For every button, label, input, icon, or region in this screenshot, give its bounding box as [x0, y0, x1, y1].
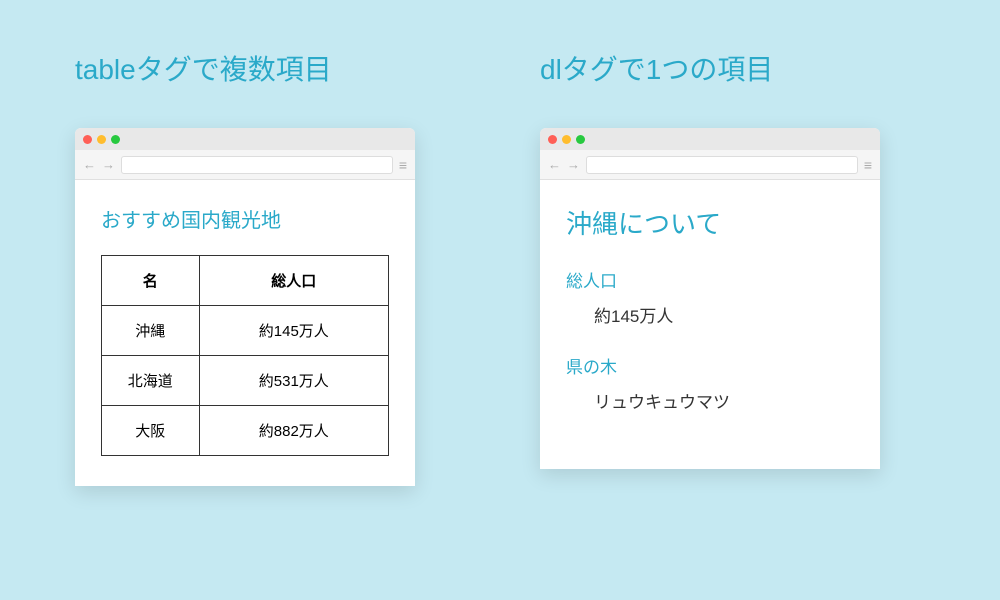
close-icon [548, 135, 557, 144]
content-title: 沖縄について [566, 204, 854, 241]
cell-name: 沖縄 [102, 306, 200, 356]
back-icon: ← [83, 157, 96, 172]
table-row: 沖縄 約145万人 [102, 306, 389, 356]
th-name: 名 [102, 256, 200, 306]
cell-population: 約145万人 [199, 306, 388, 356]
cell-population: 約531万人 [199, 356, 388, 406]
th-population: 総人口 [199, 256, 388, 306]
minimize-icon [562, 135, 571, 144]
dl-definition: 約145万人 [594, 302, 854, 327]
table-row: 北海道 約531万人 [102, 356, 389, 406]
menu-icon: ≡ [864, 157, 872, 173]
address-bar [121, 156, 393, 174]
table-header-row: 名 総人口 [102, 256, 389, 306]
definition-list: 総人口 約145万人 県の木 リュウキュウマツ [566, 267, 854, 413]
right-heading: dlタグで1つの項目 [540, 48, 880, 88]
dl-definition: リュウキュウマツ [594, 388, 854, 413]
close-icon [83, 135, 92, 144]
maximize-icon [576, 135, 585, 144]
titlebar [540, 128, 880, 150]
cell-name: 大阪 [102, 406, 200, 456]
maximize-icon [111, 135, 120, 144]
content-right: 沖縄について 総人口 約145万人 県の木 リュウキュウマツ [540, 180, 880, 469]
toolbar: ← → ≡ [75, 150, 415, 180]
minimize-icon [97, 135, 106, 144]
dl-term: 総人口 [566, 267, 854, 292]
left-section: tableタグで複数項目 ← → ≡ おすすめ国内観光地 名 総人口 沖縄 約1… [75, 48, 415, 486]
cell-population: 約882万人 [199, 406, 388, 456]
content-title: おすすめ国内観光地 [101, 204, 389, 233]
dl-term: 県の木 [566, 353, 854, 378]
right-section: dlタグで1つの項目 ← → ≡ 沖縄について 総人口 約145万人 県の木 リ… [540, 48, 880, 469]
forward-icon: → [567, 157, 580, 172]
forward-icon: → [102, 157, 115, 172]
content-left: おすすめ国内観光地 名 総人口 沖縄 約145万人 北海道 約531万人 大阪 … [75, 180, 415, 486]
browser-mockup-right: ← → ≡ 沖縄について 総人口 約145万人 県の木 リュウキュウマツ [540, 128, 880, 469]
toolbar: ← → ≡ [540, 150, 880, 180]
back-icon: ← [548, 157, 561, 172]
menu-icon: ≡ [399, 157, 407, 173]
left-heading: tableタグで複数項目 [75, 48, 415, 88]
browser-mockup-left: ← → ≡ おすすめ国内観光地 名 総人口 沖縄 約145万人 北海道 約531… [75, 128, 415, 486]
table-row: 大阪 約882万人 [102, 406, 389, 456]
data-table: 名 総人口 沖縄 約145万人 北海道 約531万人 大阪 約882万人 [101, 255, 389, 456]
address-bar [586, 156, 858, 174]
titlebar [75, 128, 415, 150]
cell-name: 北海道 [102, 356, 200, 406]
